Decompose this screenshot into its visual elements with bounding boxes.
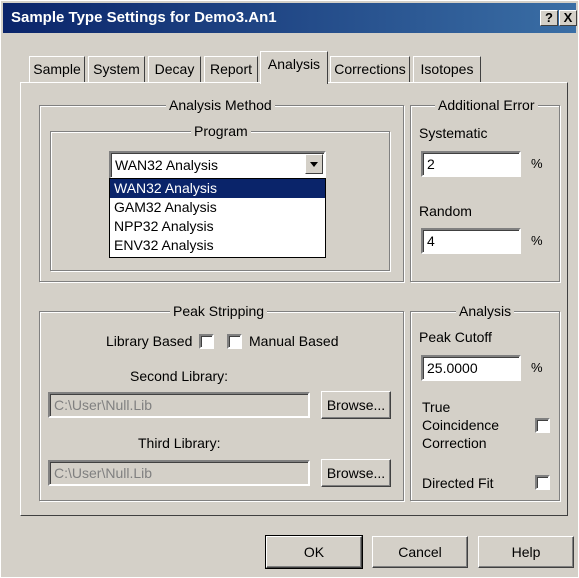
- third-library-label: Third Library:: [138, 435, 221, 451]
- systematic-input[interactable]: 2: [421, 151, 521, 177]
- tab-isotopes[interactable]: Isotopes: [413, 56, 481, 82]
- chevron-down-icon[interactable]: [305, 154, 323, 174]
- third-library-path-field: C:\User\Null.Lib: [48, 460, 310, 486]
- random-input[interactable]: 4: [421, 228, 521, 254]
- program-select[interactable]: WAN32 Analysis: [109, 151, 326, 179]
- peak-cutoff-percent: %: [531, 360, 543, 375]
- library-based-checkbox[interactable]: [199, 334, 214, 349]
- help-button[interactable]: Help: [478, 536, 574, 568]
- cancel-button[interactable]: Cancel: [372, 536, 468, 568]
- systematic-label: Systematic: [419, 125, 488, 141]
- title-bar[interactable]: Sample Type Settings for Demo3.An1 ? X: [3, 3, 577, 33]
- second-library-path-field: C:\User\Null.Lib: [48, 392, 310, 418]
- window-title: Sample Type Settings for Demo3.An1: [11, 9, 277, 26]
- true-coincidence-correction-checkbox[interactable]: [535, 418, 550, 433]
- peak-cutoff-label: Peak Cutoff: [419, 329, 492, 345]
- program-legend: Program: [191, 122, 251, 140]
- tcc-label-line3: Correction: [422, 435, 487, 451]
- program-select-value: WAN32 Analysis: [115, 157, 218, 173]
- dialog-window: Sample Type Settings for Demo3.An1 ? X S…: [0, 0, 579, 578]
- additional-error-group: Additional Error Systematic 2 % Random 4…: [410, 96, 560, 282]
- browse-second-library-button[interactable]: Browse...: [321, 391, 391, 419]
- library-based-label: Library Based: [106, 333, 193, 349]
- ok-button[interactable]: OK: [265, 535, 363, 569]
- additional-error-legend: Additional Error: [435, 96, 538, 114]
- tab-report[interactable]: Report: [204, 56, 258, 82]
- peak-stripping-legend: Peak Stripping: [170, 302, 268, 320]
- tab-system[interactable]: System: [88, 56, 145, 82]
- tab-sample[interactable]: Sample: [29, 56, 85, 82]
- tab-decay[interactable]: Decay: [148, 56, 201, 82]
- program-option-npp32[interactable]: NPP32 Analysis: [110, 217, 325, 236]
- random-label: Random: [419, 203, 472, 219]
- manual-based-label: Manual Based: [249, 333, 339, 349]
- program-option-env32[interactable]: ENV32 Analysis: [110, 236, 325, 255]
- directed-fit-label: Directed Fit: [422, 475, 494, 491]
- close-button[interactable]: X: [559, 10, 577, 26]
- program-option-gam32[interactable]: GAM32 Analysis: [110, 198, 325, 217]
- analysis-options-legend: Analysis: [456, 302, 515, 320]
- browse-third-library-button[interactable]: Browse...: [321, 459, 391, 487]
- analysis-tab-panel: Analysis Method Program Additional Error…: [20, 82, 568, 516]
- analysis-method-legend: Analysis Method: [166, 96, 275, 114]
- systematic-percent: %: [531, 156, 543, 171]
- tcc-label-line1: True: [422, 399, 451, 415]
- tcc-label-line2: Coincidence: [422, 417, 500, 433]
- tab-analysis[interactable]: Analysis: [260, 51, 328, 84]
- context-help-button[interactable]: ?: [540, 10, 558, 26]
- program-dropdown-list: WAN32 Analysis GAM32 Analysis NPP32 Anal…: [109, 178, 326, 258]
- directed-fit-checkbox[interactable]: [535, 475, 550, 490]
- peak-cutoff-input[interactable]: 25.0000: [421, 355, 521, 381]
- peak-stripping-group: Peak Stripping Library Based Manual Base…: [39, 302, 404, 501]
- second-library-label: Second Library:: [130, 368, 229, 384]
- manual-based-checkbox[interactable]: [227, 334, 242, 349]
- random-percent: %: [531, 233, 543, 248]
- program-option-wan32[interactable]: WAN32 Analysis: [110, 179, 325, 198]
- tab-corrections[interactable]: Corrections: [330, 56, 410, 82]
- analysis-options-group: Analysis Peak Cutoff 25.0000 % True Coin…: [410, 302, 560, 501]
